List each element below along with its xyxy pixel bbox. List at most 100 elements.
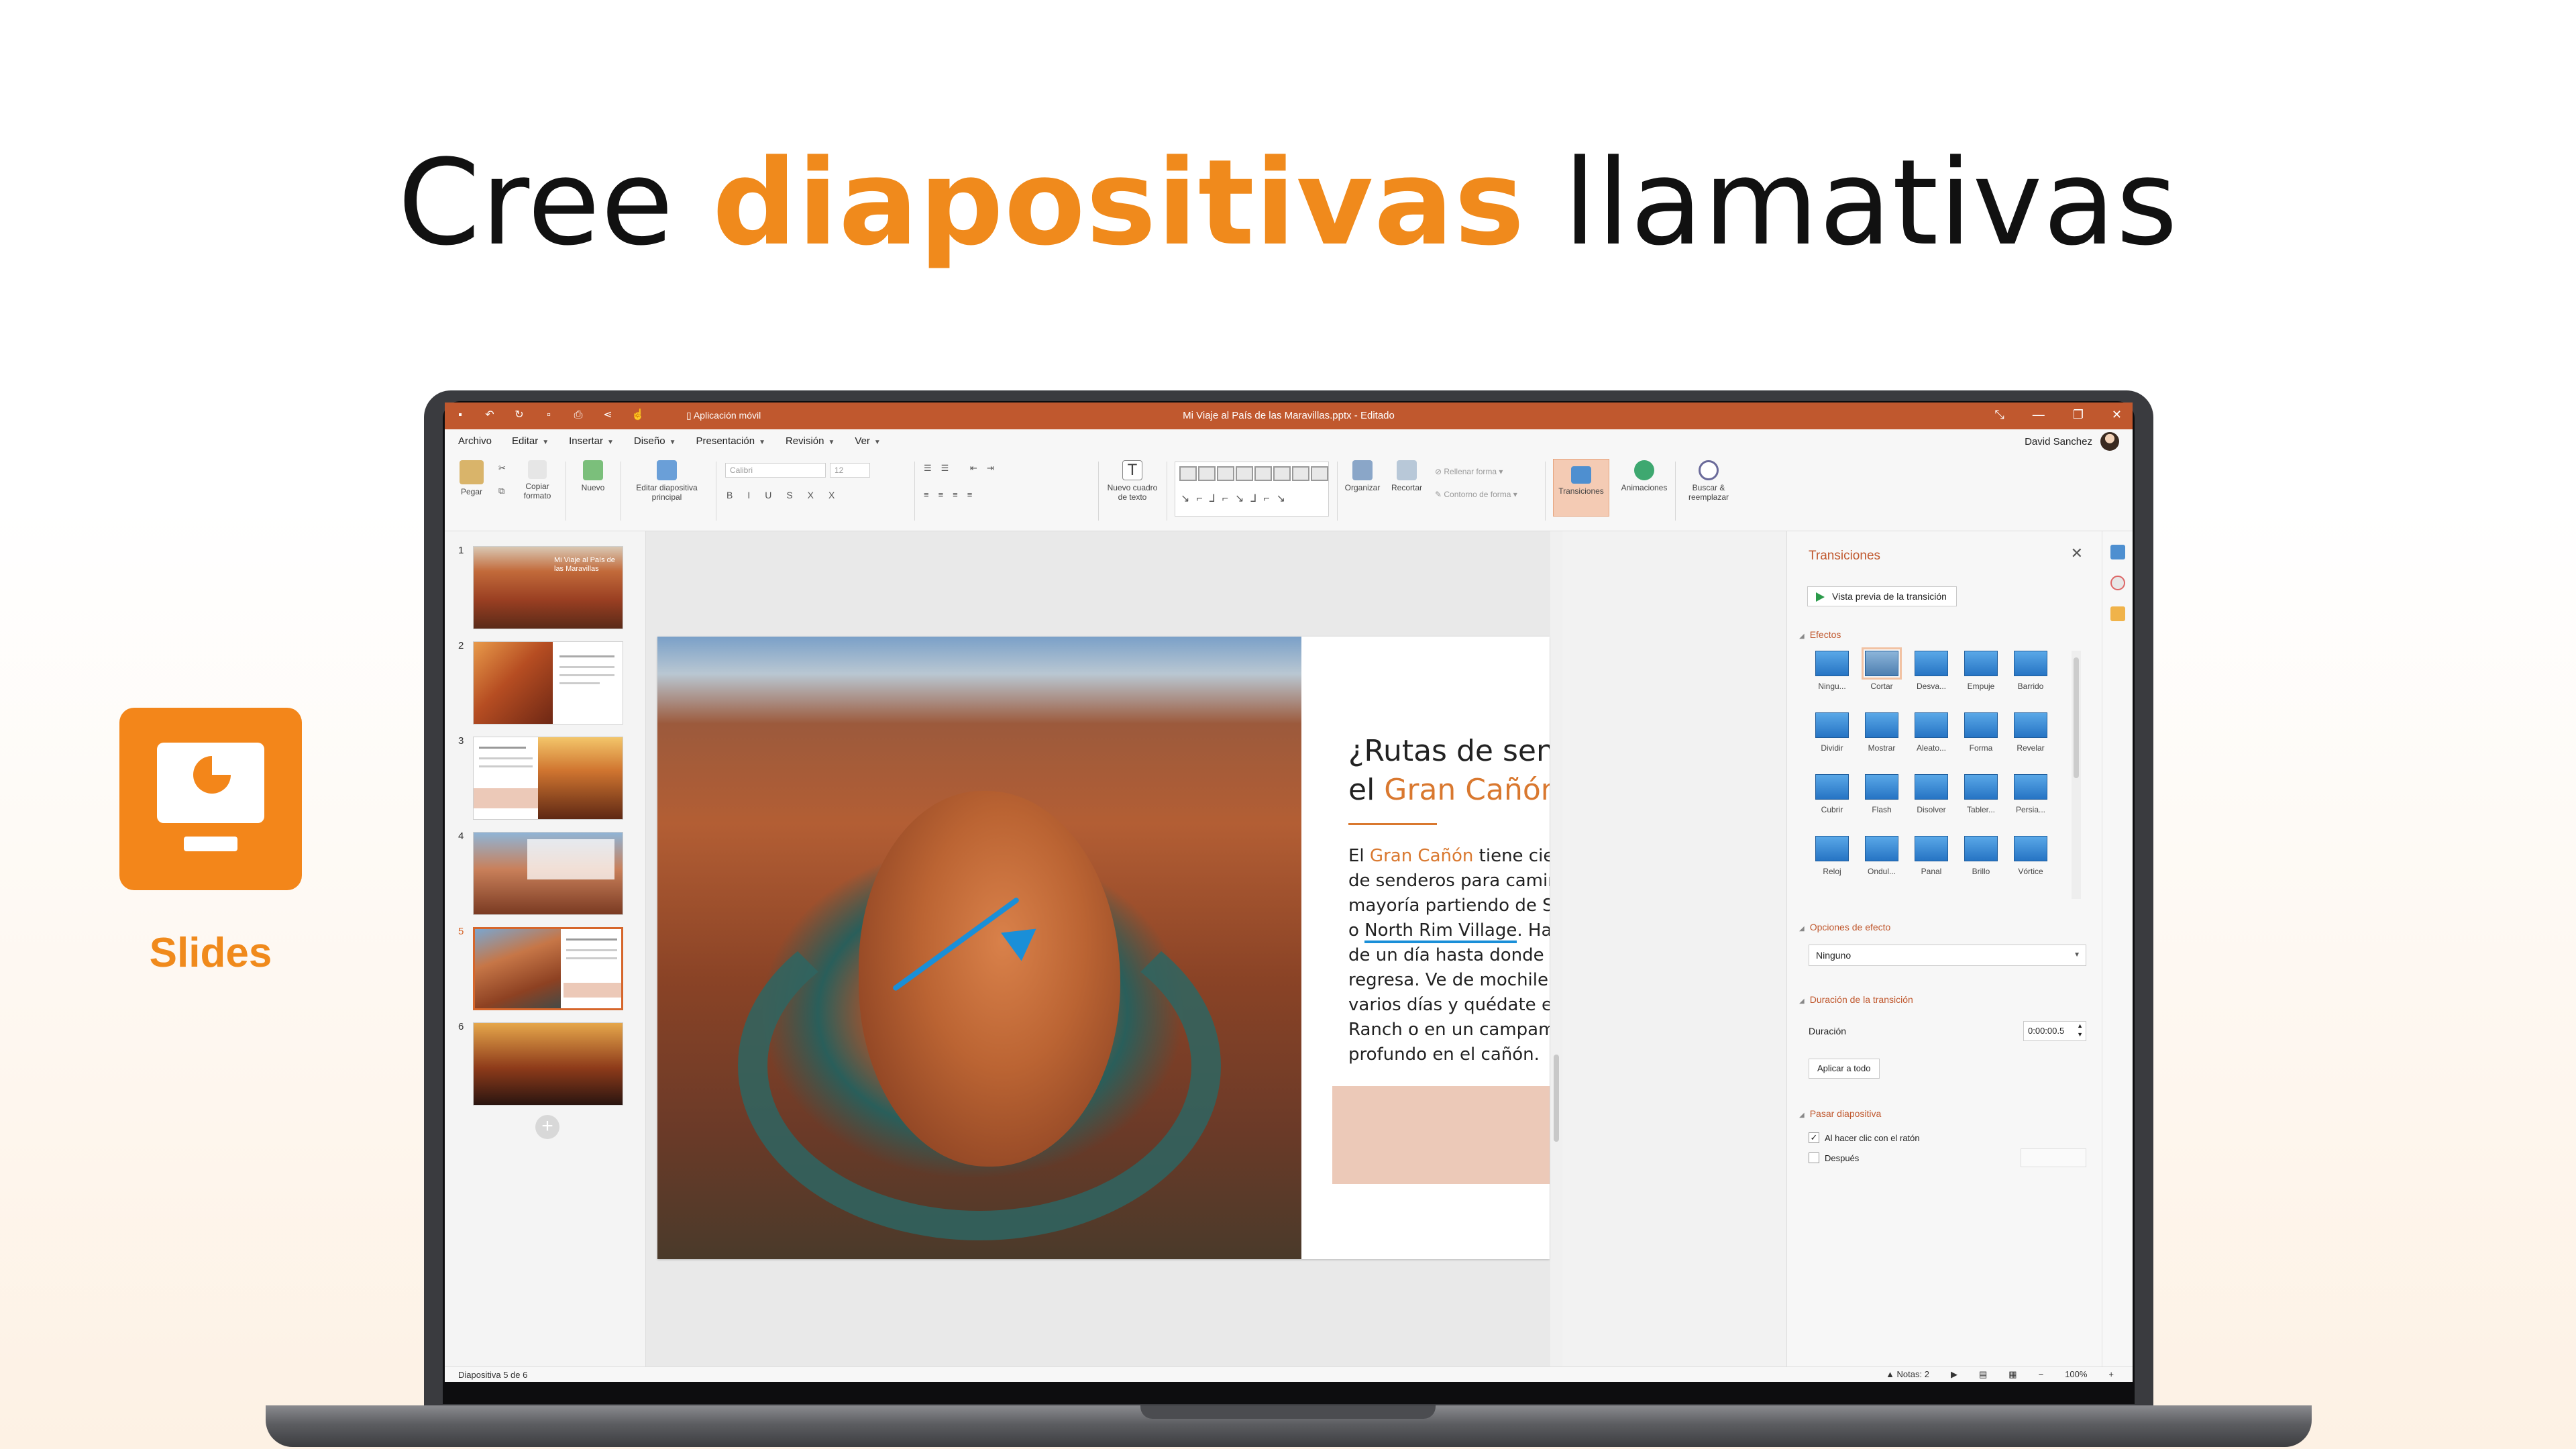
find-replace-button[interactable]: Buscar & reemplazar xyxy=(1680,460,1737,502)
effects-scrollbar[interactable] xyxy=(2072,651,2081,899)
copy-icon[interactable]: ⧉ xyxy=(498,486,504,496)
advance-section-header[interactable]: ◢ Pasar diapositiva xyxy=(1799,1108,1881,1119)
duration-stepper[interactable]: 0:00:00.5 ▲ ▼ xyxy=(2023,1021,2086,1041)
slide-thumbnail-active[interactable]: 5 xyxy=(458,926,639,1013)
menu-editar[interactable]: Editar ▼ xyxy=(512,435,549,447)
minimize-icon[interactable]: — xyxy=(2033,408,2045,422)
slide-thumbnail[interactable]: 6 xyxy=(458,1021,639,1108)
effect-item[interactable]: Ningu... xyxy=(1807,651,1857,711)
fill-shape-button[interactable]: ⊘ Rellenar forma ▾ xyxy=(1435,467,1503,476)
fullscreen-icon[interactable]: ⤡ xyxy=(1994,408,2004,422)
cut-icon[interactable]: ✂ xyxy=(498,463,506,474)
menu-presentacion[interactable]: Presentación ▼ xyxy=(696,435,765,447)
effect-item[interactable]: Flash xyxy=(1857,774,1907,835)
current-slide[interactable]: ¿Rutas de senderismo en el Gran Cañón? E… xyxy=(657,637,1550,1259)
align-buttons[interactable]: ≡≡≡≡ xyxy=(924,490,981,500)
menu-archivo[interactable]: Archivo xyxy=(458,435,492,447)
stepper-arrows-icon[interactable]: ▲ ▼ xyxy=(2077,1022,2083,1039)
menu-diseno[interactable]: Diseño ▼ xyxy=(634,435,676,447)
play-icon[interactable]: ▶ xyxy=(1951,1369,1957,1380)
close-icon[interactable]: ✕ xyxy=(2071,545,2083,562)
shape-item[interactable] xyxy=(1217,466,1234,481)
comment-icon[interactable] xyxy=(2110,606,2125,621)
effect-item[interactable]: Persia... xyxy=(2006,774,2055,835)
shape-item[interactable] xyxy=(1292,466,1309,481)
slide-thumbnail[interactable]: 4 xyxy=(458,830,639,918)
slide-text-block[interactable]: ¿Rutas de senderismo en el Gran Cañón? E… xyxy=(1348,732,1550,1067)
new-textbox-button[interactable]: T Nuevo cuadro de texto xyxy=(1105,460,1160,502)
effects-section-header[interactable]: ◢ Efectos xyxy=(1799,629,1841,640)
normal-view-icon[interactable]: ▤ xyxy=(1979,1369,1987,1380)
slide-thumbnail[interactable]: 2 xyxy=(458,640,639,727)
slide-properties-icon[interactable] xyxy=(2110,545,2125,559)
maximize-icon[interactable]: ❐ xyxy=(2073,408,2084,422)
animations-button[interactable]: Animaciones xyxy=(1617,460,1671,492)
new-slide-button[interactable]: Nuevo xyxy=(572,460,614,492)
effect-options-section-header[interactable]: ◢ Opciones de efecto xyxy=(1799,922,1890,932)
preview-transition-button[interactable]: Vista previa de la transición xyxy=(1807,586,1957,606)
connector-shapes[interactable]: ↘⌐⅃⌐↘⅃⌐↘ xyxy=(1181,492,1292,505)
copy-format-button[interactable]: Copiar formato xyxy=(516,460,559,500)
zoom-level[interactable]: 100% xyxy=(2065,1369,2087,1380)
apply-all-button[interactable]: Aplicar a todo xyxy=(1809,1059,1880,1079)
pen-icon[interactable] xyxy=(2110,576,2125,590)
on-click-checkbox[interactable]: ✓ xyxy=(1809,1132,1819,1143)
effect-item-selected[interactable]: Cortar xyxy=(1857,647,1907,711)
slide-thumbnail[interactable]: 3 xyxy=(458,735,639,822)
shape-item[interactable] xyxy=(1198,466,1216,481)
effect-item[interactable]: Reloj xyxy=(1807,836,1857,896)
list-buttons[interactable]: ☰☰ ⇤⇥ xyxy=(924,463,1004,474)
effect-item[interactable]: Ondul... xyxy=(1857,836,1907,896)
effect-item[interactable]: Panal xyxy=(1907,836,1956,896)
effect-item[interactable]: Revelar xyxy=(2006,712,2055,773)
canvas-scrollbar[interactable] xyxy=(1550,531,1562,1366)
effect-item[interactable]: Empuje xyxy=(1956,651,2006,711)
grand-canyon-photo[interactable] xyxy=(657,637,1301,1259)
avatar[interactable] xyxy=(2100,432,2119,451)
font-size-select[interactable]: 12 xyxy=(830,463,870,478)
effect-options-select[interactable]: Ninguno ▼ xyxy=(1809,945,2086,966)
shape-item[interactable] xyxy=(1179,466,1197,481)
scrollbar-thumb[interactable] xyxy=(2074,657,2079,778)
duration-section-header[interactable]: ◢ Duración de la transición xyxy=(1799,994,1913,1005)
callout-box[interactable] xyxy=(1332,1086,1550,1184)
shape-item[interactable] xyxy=(1236,466,1253,481)
menu-insertar[interactable]: Insertar ▼ xyxy=(569,435,614,447)
effect-item[interactable]: Mostrar xyxy=(1857,712,1907,773)
crop-button[interactable]: Recortar xyxy=(1387,460,1427,492)
shape-outline-button[interactable]: ✎ Contorno de forma ▾ xyxy=(1435,490,1517,499)
zoom-out-icon[interactable]: − xyxy=(2039,1369,2044,1380)
effect-item[interactable]: Disolver xyxy=(1907,774,1956,835)
shape-gallery[interactable]: ↘⌐⅃⌐↘⅃⌐↘ xyxy=(1175,462,1329,517)
close-icon[interactable]: ✕ xyxy=(2112,408,2122,422)
effect-item[interactable]: Desva... xyxy=(1907,651,1956,711)
effect-item[interactable]: Dividir xyxy=(1807,712,1857,773)
effect-item[interactable]: Aleato... xyxy=(1907,712,1956,773)
add-slide-button[interactable]: + xyxy=(535,1115,559,1139)
zoom-in-icon[interactable]: + xyxy=(2108,1369,2114,1380)
paste-button[interactable]: Pegar xyxy=(454,460,489,496)
scrollbar-thumb[interactable] xyxy=(1554,1055,1559,1142)
menu-ver[interactable]: Ver ▼ xyxy=(855,435,880,447)
menu-revision[interactable]: Revisión ▼ xyxy=(786,435,835,447)
organize-button[interactable]: Organizar xyxy=(1342,460,1383,492)
effect-item[interactable]: Cubrir xyxy=(1807,774,1857,835)
shape-item[interactable] xyxy=(1311,466,1328,481)
slide-sorter-icon[interactable]: ▦ xyxy=(2008,1369,2017,1380)
transitions-button[interactable]: Transiciones xyxy=(1553,459,1609,517)
effect-item[interactable]: Forma xyxy=(1956,712,2006,773)
shape-item[interactable] xyxy=(1254,466,1272,481)
shape-item[interactable] xyxy=(1273,466,1291,481)
after-time-field[interactable] xyxy=(2021,1148,2086,1167)
edit-master-button[interactable]: Editar diapositiva principal xyxy=(623,460,710,502)
slide-title[interactable]: ¿Rutas de senderismo en el Gran Cañón? xyxy=(1348,732,1550,810)
effect-item[interactable]: Tabler... xyxy=(1956,774,2006,835)
font-name-select[interactable]: Calibri xyxy=(725,463,826,478)
slide-thumbnail[interactable]: 1 Mi Viaje al País de las Maravillas xyxy=(458,545,639,632)
after-checkbox[interactable] xyxy=(1809,1152,1819,1163)
slide-body[interactable]: El Gran Cañón tiene cientos de millas de… xyxy=(1348,844,1550,1067)
effect-item[interactable]: Brillo xyxy=(1956,836,2006,896)
effect-item[interactable]: Barrido xyxy=(2006,651,2055,711)
notes-button[interactable]: ▲ Notas: 2 xyxy=(1886,1369,1929,1380)
text-format-buttons[interactable]: BIUSXX xyxy=(727,490,849,500)
